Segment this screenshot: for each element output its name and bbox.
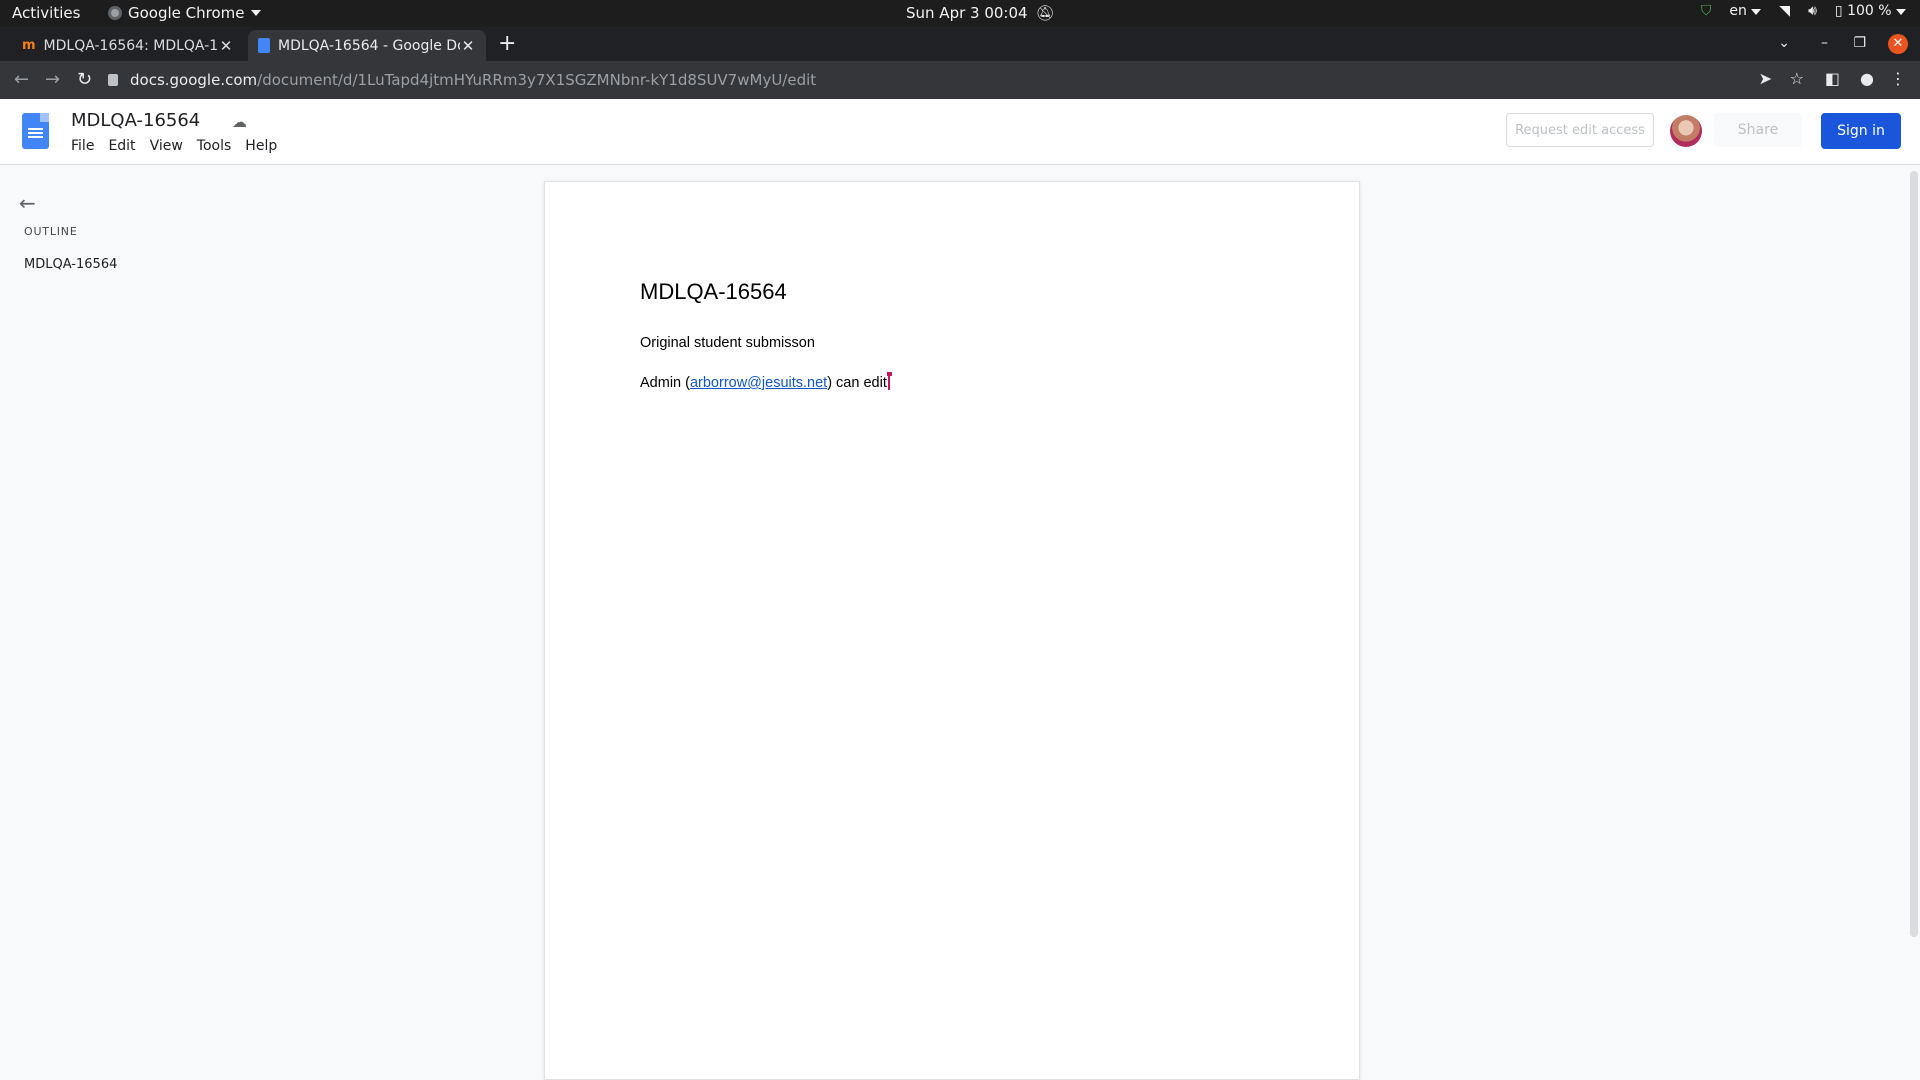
document-title[interactable]: MDLQA-16564	[71, 110, 200, 131]
tab-google-docs[interactable]: MDLQA-16564 - Google Docs ✕	[248, 30, 486, 61]
cloud-status-icon[interactable]: ☁	[232, 113, 247, 131]
paragraph-text: ) can edit	[827, 375, 887, 391]
chevron-down-icon	[250, 10, 261, 16]
system-top-bar: Activities Google Chrome Sun Apr 3 00:04…	[0, 0, 1920, 27]
outline-label: OUTLINE	[24, 225, 78, 238]
outline-item[interactable]: MDLQA-16564	[24, 257, 117, 272]
docs-header: MDLQA-16564 ☁ File Edit View Tools Help …	[0, 99, 1920, 165]
new-tab-button[interactable]: +	[498, 33, 516, 55]
forward-icon[interactable]: →	[45, 69, 60, 90]
clock[interactable]: Sun Apr 3 00:04 🔕︎	[906, 4, 1055, 22]
document-page[interactable]: MDLQA-16564 Original student submisson A…	[544, 181, 1360, 1080]
menu-file[interactable]: File	[71, 138, 94, 154]
system-tray[interactable]: ⛉ en ◥ 🔊︎ ▯ 100 %	[1701, 3, 1906, 19]
battery-label: 100 %	[1847, 3, 1892, 19]
menu-edit[interactable]: Edit	[108, 138, 135, 154]
close-tab-icon[interactable]: ✕	[460, 37, 476, 55]
notifications-off-icon: 🔕︎	[1035, 4, 1055, 22]
paragraph-text: Admin (	[640, 375, 690, 391]
bookmark-star-icon[interactable]: ☆	[1790, 69, 1804, 88]
more-menu-icon[interactable]: ⋮	[1890, 69, 1906, 88]
scrollbar[interactable]	[1910, 171, 1918, 937]
chrome-icon	[108, 6, 122, 20]
menu-help[interactable]: Help	[245, 138, 277, 154]
battery-indicator: ▯ 100 %	[1835, 3, 1906, 19]
moodle-favicon-icon: m	[22, 38, 36, 53]
sign-in-button[interactable]: Sign in	[1821, 113, 1901, 149]
address-bar[interactable]: docs.google.com/document/d/1LuTapd4jtmHY…	[108, 65, 1748, 95]
tab-strip: m MDLQA-16564: MDLQA-16564 ✕ MDLQA-16564…	[0, 27, 1920, 61]
tab-search-icon[interactable]: ⌄	[1778, 35, 1790, 51]
tab-moodle[interactable]: m MDLQA-16564: MDLQA-16564 ✕	[12, 30, 244, 61]
chevron-down-icon	[1896, 9, 1906, 15]
back-icon[interactable]: ←	[14, 69, 29, 90]
tab-title: MDLQA-16564 - Google Docs	[278, 37, 460, 54]
url-host: docs.google.com	[130, 71, 258, 89]
shield-icon: ⛉	[1700, 3, 1712, 19]
browser-toolbar: ← → ↻ docs.google.com/document/d/1LuTapd…	[0, 61, 1920, 99]
app-menu[interactable]: Google Chrome	[108, 4, 261, 22]
close-window-button[interactable]: ✕	[1888, 34, 1908, 54]
lock-icon	[108, 74, 118, 86]
menu-view[interactable]: View	[150, 138, 183, 154]
collaborator-cursor	[886, 372, 892, 390]
clock-text: Sun Apr 3 00:04	[906, 4, 1028, 22]
side-panel-icon[interactable]: ◧	[1825, 69, 1840, 88]
activities-button[interactable]: Activities	[12, 4, 80, 22]
chevron-down-icon	[1751, 9, 1762, 15]
document-heading: MDLQA-16564	[640, 279, 787, 304]
url-path: /document/d/1LuTapd4jtmHYuRRm3y7X1SGZMNb…	[257, 71, 817, 89]
language-indicator[interactable]: en	[1729, 3, 1762, 19]
language-label: en	[1729, 3, 1747, 19]
send-icon[interactable]: ➤	[1759, 69, 1772, 88]
close-outline-icon[interactable]: ←	[19, 191, 36, 215]
close-tab-icon[interactable]: ✕	[218, 37, 234, 55]
wifi-icon: ◥	[1779, 3, 1791, 19]
avatar[interactable]	[1670, 115, 1702, 147]
volume-icon: 🔊︎	[1808, 3, 1817, 19]
restore-button[interactable]: ❐	[1853, 35, 1866, 51]
docs-logo-icon[interactable]	[22, 113, 49, 149]
request-edit-access-button[interactable]: Request edit access	[1506, 113, 1654, 147]
share-button[interactable]: Share	[1714, 113, 1802, 147]
document-paragraph: Original student submisson	[640, 335, 815, 351]
minimize-button[interactable]: –	[1821, 35, 1828, 51]
document-paragraph: Admin (arborrow@jesuits.net) can edit	[640, 372, 892, 391]
docs-favicon-icon	[258, 38, 270, 53]
app-name: Google Chrome	[128, 4, 245, 22]
profile-icon[interactable]: ●	[1860, 69, 1874, 88]
reload-icon[interactable]: ↻	[77, 69, 92, 90]
menu-tools[interactable]: Tools	[197, 138, 232, 154]
docs-menu-bar: File Edit View Tools Help	[71, 138, 277, 154]
email-link[interactable]: arborrow@jesuits.net	[690, 375, 827, 391]
tab-title: MDLQA-16564: MDLQA-16564	[43, 37, 218, 54]
